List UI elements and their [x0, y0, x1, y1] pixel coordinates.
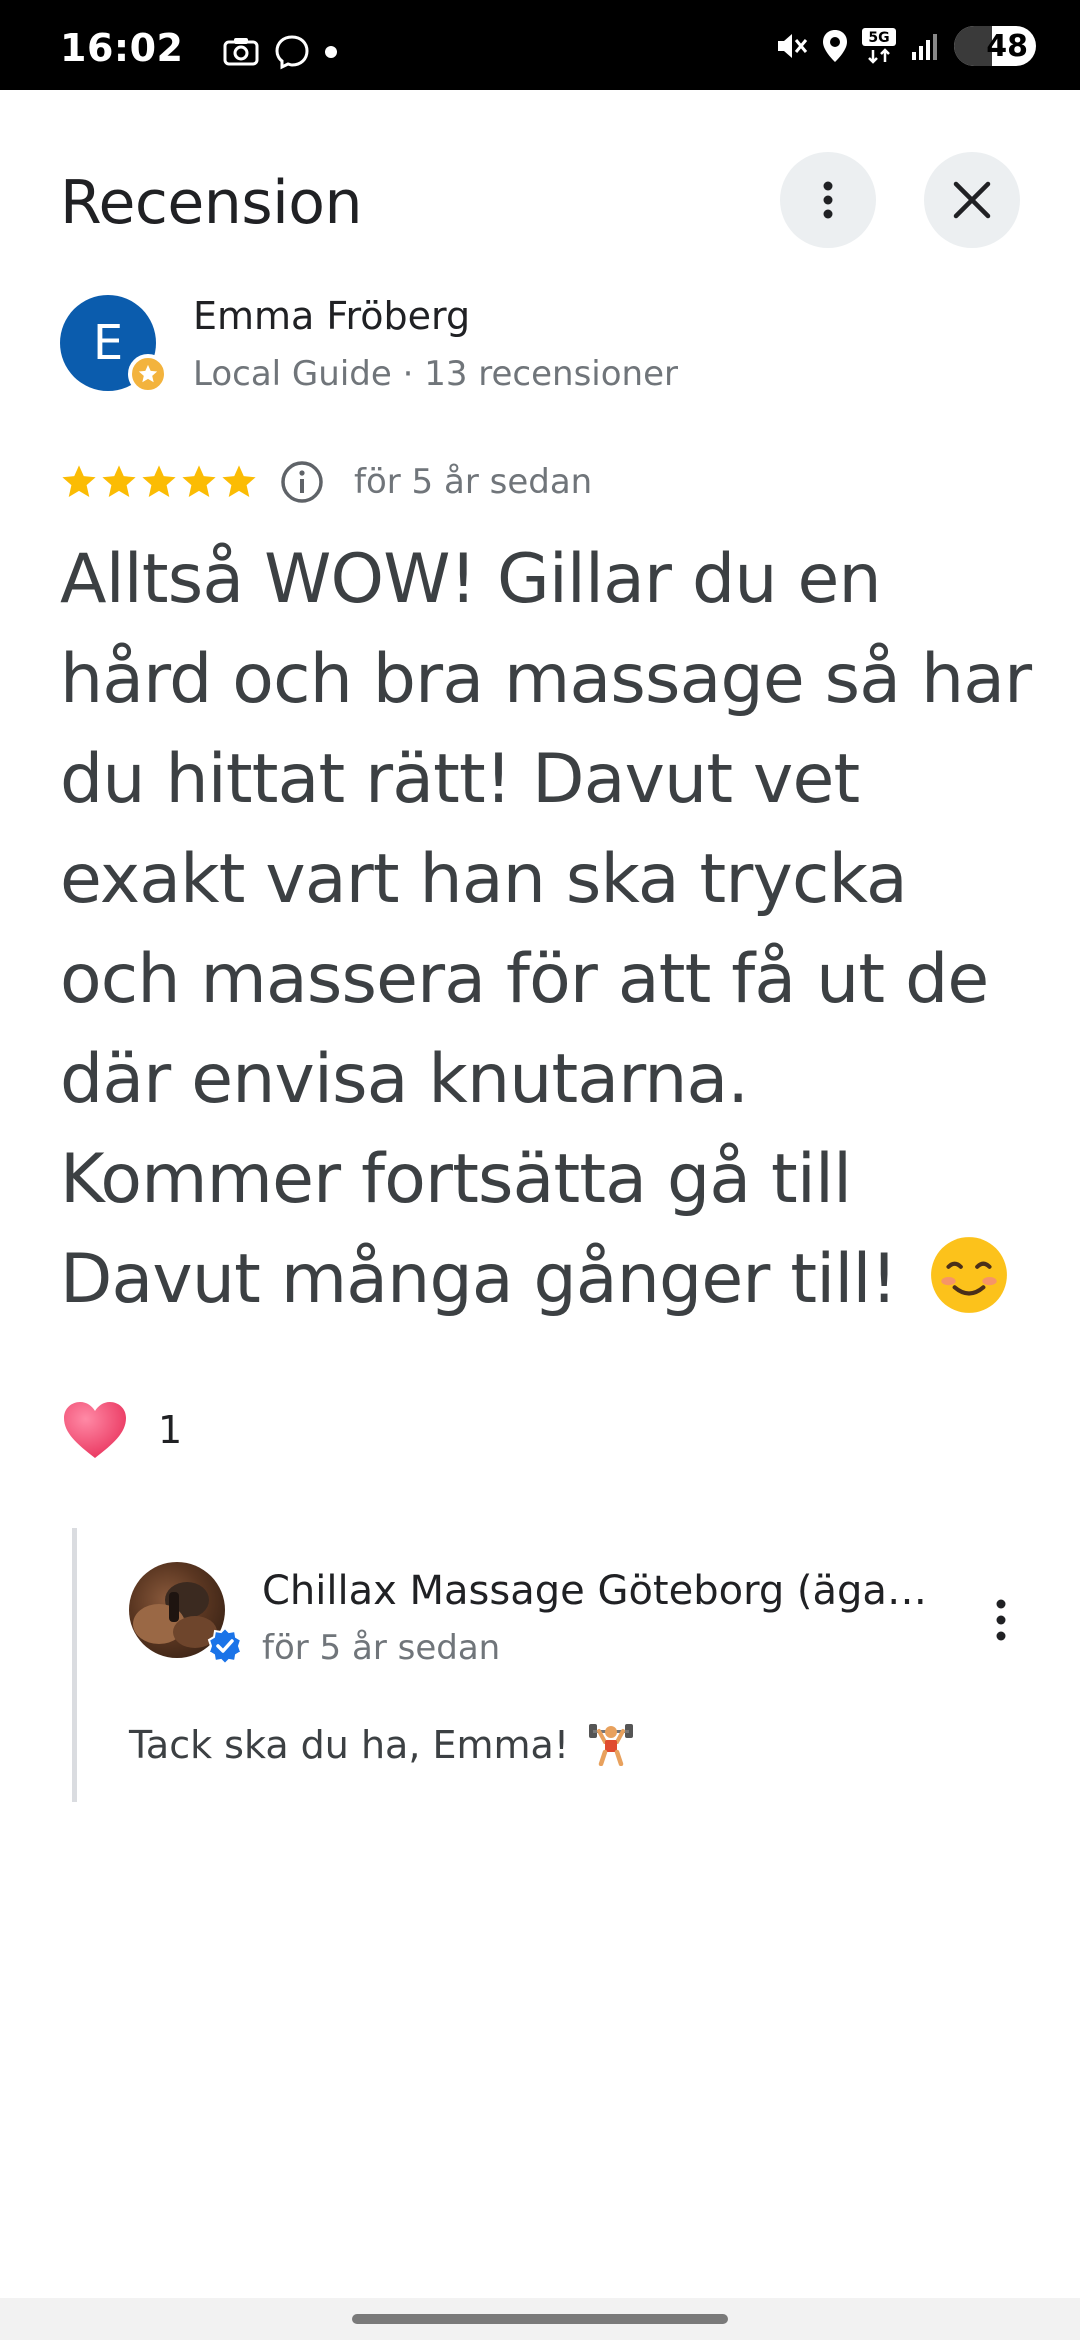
- page-title: Recension: [60, 168, 363, 238]
- close-button[interactable]: [924, 152, 1020, 248]
- star-icon: [222, 465, 256, 498]
- svg-text:5G: 5G: [868, 30, 889, 46]
- status-bar: 16:02 5G 48: [0, 0, 1080, 90]
- verified-icon: [207, 1626, 243, 1666]
- weightlifter-icon: [589, 1724, 634, 1767]
- review-date: för 5 år sedan: [354, 462, 593, 502]
- network-5g-icon: 5G: [862, 28, 896, 64]
- owner-reply-text-block: Tack ska du ha, Emma!: [129, 1718, 635, 1767]
- reviewer-meta: Local Guide · 13 recensioner: [193, 354, 678, 394]
- star-icon: [142, 465, 176, 498]
- messenger-icon: [275, 35, 309, 70]
- review-text: Alltså WOW! Gillar du en hård och bra ma…: [60, 540, 1032, 1319]
- owner-reply-date: för 5 år sedan: [262, 1628, 501, 1668]
- rating-row: för 5 år sedan: [60, 460, 592, 504]
- avatar-initial: E: [92, 315, 124, 371]
- gesture-handle[interactable]: [352, 2314, 728, 2324]
- review-text-block: Alltså WOW! Gillar du en hård och bra ma…: [60, 530, 1040, 1330]
- battery-indicator: 48: [954, 26, 1036, 66]
- reaction-row[interactable]: 1: [62, 1400, 182, 1460]
- battery-level: 48: [986, 28, 1028, 64]
- star-rating: [60, 463, 258, 501]
- camera-icon: [223, 38, 259, 66]
- navigation-bar: [0, 2298, 1080, 2340]
- info-icon[interactable]: [280, 460, 324, 504]
- heart-icon[interactable]: [62, 1400, 128, 1460]
- owner-reply-text: Tack ska du ha, Emma!: [129, 1723, 570, 1767]
- owner-reply: Chillax Massage Göteborg (äga… för 5 år …: [72, 1528, 1022, 1802]
- mute-icon: [778, 34, 808, 58]
- status-time: 16:02: [60, 26, 184, 70]
- star-icon: [62, 465, 96, 498]
- more-vert-icon: [823, 181, 833, 219]
- local-guide-badge: [128, 354, 168, 394]
- close-icon: [953, 181, 991, 219]
- location-icon: [823, 30, 847, 62]
- status-notification-icons: [222, 34, 338, 70]
- star-icon: [102, 465, 136, 498]
- status-system-icons: 5G 48: [774, 26, 1036, 66]
- reaction-count: 1: [158, 1408, 183, 1452]
- smiling-face-icon: [930, 1237, 1007, 1313]
- more-vert-icon: [996, 1599, 1006, 1641]
- star-icon: [182, 465, 216, 498]
- dot-icon: [325, 46, 337, 58]
- signal-icon: [912, 34, 937, 60]
- owner-name[interactable]: Chillax Massage Göteborg (äga…: [262, 1568, 942, 1614]
- owner-reply-more-button[interactable]: [977, 1590, 1025, 1650]
- star-icon: [138, 364, 158, 383]
- review-sheet: Recension E Emma Fröberg Local Guide · 1…: [0, 90, 1080, 2298]
- reviewer-name[interactable]: Emma Fröberg: [193, 294, 470, 338]
- more-options-button[interactable]: [780, 152, 876, 248]
